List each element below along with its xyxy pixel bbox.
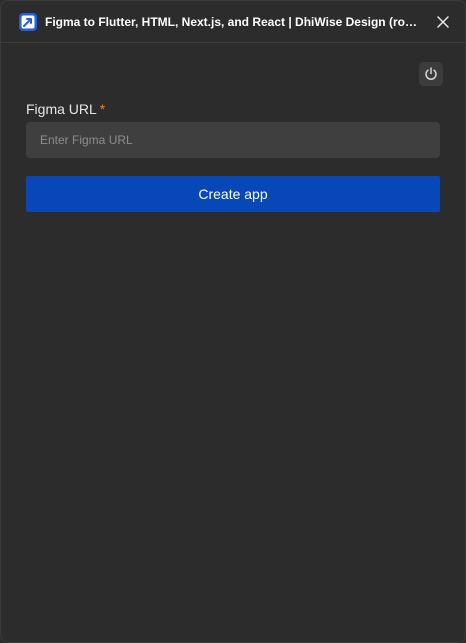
title-bar: Figma to Flutter, HTML, Next.js, and Rea… xyxy=(1,1,465,43)
close-icon xyxy=(437,16,449,28)
figma-url-label: Figma URL xyxy=(26,101,97,117)
power-icon xyxy=(425,67,437,80)
dhiwise-logo-icon xyxy=(19,12,37,31)
figma-url-label-row: Figma URL * xyxy=(26,99,440,119)
close-button[interactable] xyxy=(433,12,453,32)
create-app-button[interactable]: Create app xyxy=(26,176,440,212)
plugin-window: Figma to Flutter, HTML, Next.js, and Rea… xyxy=(0,0,466,643)
power-button[interactable] xyxy=(419,62,443,86)
figma-url-form: Figma URL* Create app xyxy=(26,99,440,212)
required-marker: * xyxy=(99,101,106,117)
window-title: Figma to Flutter, HTML, Next.js, and Rea… xyxy=(45,14,423,29)
figma-url-input[interactable] xyxy=(26,122,440,158)
